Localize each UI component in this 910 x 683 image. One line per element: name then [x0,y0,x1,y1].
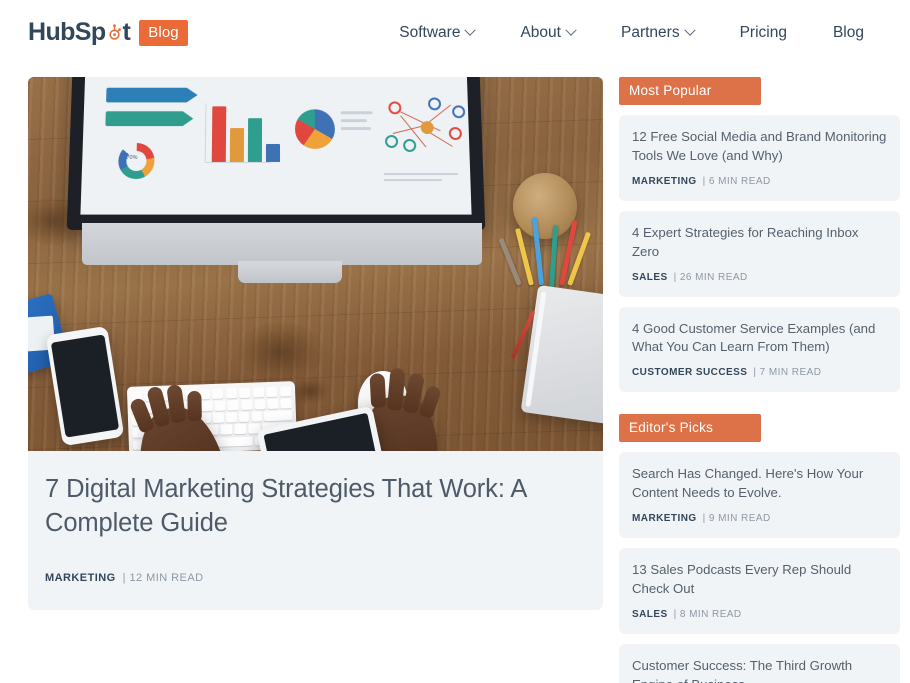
sidebar-card-meta: CUSTOMER SUCCESS | 7 MIN READ [632,367,887,378]
nav-label-software: Software [399,23,461,41]
sidebar-card-meta: MARKETING | 9 MIN READ [632,513,887,524]
sidebar-card-meta: SALES | 26 MIN READ [632,272,887,283]
chevron-down-icon [464,24,477,36]
sidebar-card-title: Search Has Changed. Here's How Your Cont… [632,466,864,501]
nav-label-partners: Partners [620,23,680,41]
sidebar-card-read-time: | 6 MIN READ [702,175,771,187]
brand-wordmark: HubSp t [28,18,131,46]
pencil-cup [513,173,577,239]
sidebar-card[interactable]: 12 Free Social Media and Brand Monitorin… [619,115,900,201]
sidebar-card-read-time: | 9 MIN READ [702,513,771,524]
blog-badge: Blog [139,19,188,46]
hubspot-blog-logo[interactable]: HubSp t Blog [28,18,188,46]
infographic-arrow [105,111,193,126]
featured-article-title[interactable]: 7 Digital Marketing Strategies That Work… [45,473,586,540]
sidebar-card[interactable]: 4 Good Customer Service Examples (and Wh… [619,306,900,393]
site-header: HubSp t Blog Software About Partners Pri… [0,0,910,65]
hubspot-sprocket-icon [106,21,123,40]
featured-article-read-time: | 12 MIN READ [122,572,204,585]
sidebar-card-category[interactable]: MARKETING [632,513,697,524]
sidebar: Most Popular 12 Free Social Media and Br… [619,77,900,683]
sidebar-card[interactable]: 13 Sales Podcasts Every Rep Should Check… [619,548,900,634]
featured-article-meta: MARKETING | 12 MIN READ [45,572,586,584]
featured-article-image: 70% [28,77,603,451]
infographic-bar-chart [204,103,281,163]
infographic-network-graph [382,94,470,163]
imac-monitor: 70% [66,77,486,230]
imac-chin [82,223,482,265]
sidebar-card[interactable]: Customer Success: The Third Growth Engin… [619,643,900,683]
donut-percent-label: 70% [126,154,138,161]
sidebar-card-category[interactable]: SALES [632,272,668,283]
sidebar-card-title: 4 Good Customer Service Examples (and Wh… [632,320,876,355]
sidebar-card-title: 12 Free Social Media and Brand Monitorin… [632,129,887,163]
featured-article-body: 7 Digital Marketing Strategies That Work… [28,451,603,610]
brand-name-part1: HubSp [28,18,106,46]
sidebar-card-read-time: | 26 MIN READ [673,271,748,283]
wood-knot [290,377,330,405]
sidebar-card-category[interactable]: SALES [632,609,668,620]
imac-infographic-dashboard: 70% [80,77,472,215]
sidebar-card-category[interactable]: CUSTOMER SUCCESS [632,367,747,378]
main-navigation: Software About Partners Pricing Blog [399,18,864,48]
chevron-down-icon [683,24,696,36]
wood-knot [238,322,324,382]
chevron-down-icon [565,24,577,36]
sidebar-card-read-time: | 8 MIN READ [673,608,742,620]
nav-label-blog: Blog [832,23,864,41]
sidebar-heading-editors-picks: Editor's Picks [619,414,761,443]
sidebar-card[interactable]: Search Has Changed. Here's How Your Cont… [619,452,900,538]
nav-label-pricing: Pricing [739,23,787,41]
nav-item-pricing[interactable]: Pricing [740,18,787,48]
sidebar-card-title: 4 Expert Strategies for Reaching Inbox Z… [632,224,859,259]
sidebar-card-meta: SALES | 8 MIN READ [632,609,887,620]
nav-item-blog[interactable]: Blog [833,18,864,48]
sidebar-card-title: Customer Success: The Third Growth Engin… [632,657,853,683]
nav-item-partners[interactable]: Partners [620,18,696,48]
imac-stand [238,261,342,283]
sidebar-card-title: 13 Sales Podcasts Every Rep Should Check… [632,562,852,596]
sidebar-heading-most-popular: Most Popular [619,77,761,105]
brand-name-part2: t [122,18,131,46]
sidebar-card-meta: MARKETING | 6 MIN READ [632,176,887,187]
nav-item-about[interactable]: About [520,18,577,48]
page-content: 70% 7 Digital Marketing Strategies That … [0,65,910,683]
nav-item-software[interactable]: Software [399,18,477,48]
infographic-arrow [106,88,198,103]
sidebar-card[interactable]: 4 Expert Strategies for Reaching Inbox Z… [619,210,900,297]
sidebar-card-category[interactable]: MARKETING [632,176,697,187]
sidebar-card-read-time: | 7 MIN READ [753,367,822,379]
nav-label-about: About [520,23,561,41]
infographic-donut-chart [117,142,155,180]
featured-column: 70% 7 Digital Marketing Strategies That … [28,77,603,683]
featured-article-category[interactable]: MARKETING [45,572,116,584]
infographic-pie-chart [294,109,336,149]
featured-article-card[interactable]: 70% 7 Digital Marketing Strategies That … [28,77,603,611]
